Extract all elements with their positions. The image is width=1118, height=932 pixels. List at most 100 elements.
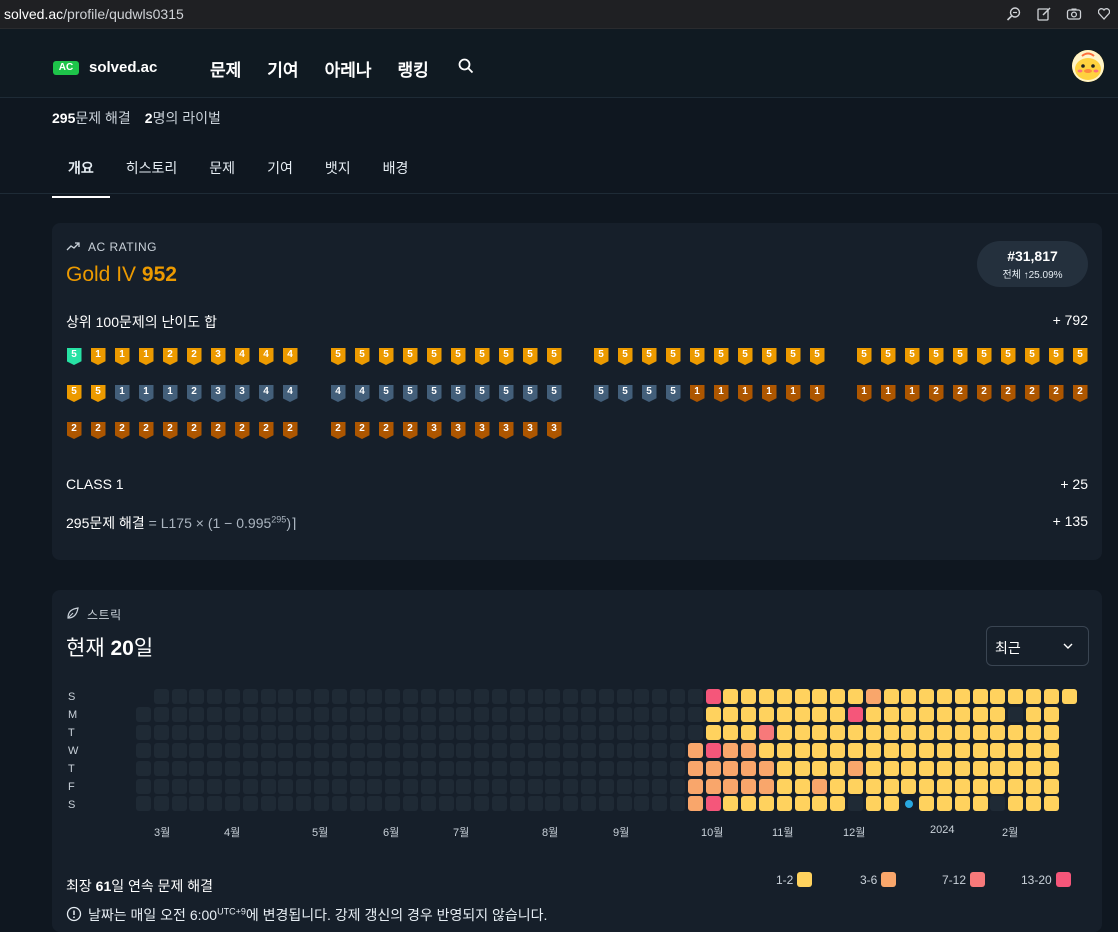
tier-badge[interactable]: 5 (498, 348, 514, 366)
streak-day-cell[interactable] (527, 742, 543, 758)
streak-day-cell[interactable] (207, 706, 223, 722)
streak-day-cell[interactable] (331, 778, 347, 794)
streak-day-cell[interactable] (1043, 796, 1059, 812)
streak-day-cell[interactable] (438, 778, 454, 794)
tier-badge[interactable]: 5 (378, 385, 394, 403)
streak-day-cell[interactable] (367, 760, 383, 776)
streak-day-cell[interactable] (296, 724, 312, 740)
streak-day-cell[interactable] (349, 742, 365, 758)
streak-day-cell[interactable] (812, 689, 828, 704)
streak-day-cell[interactable] (207, 742, 223, 758)
streak-day-cell[interactable] (153, 689, 169, 704)
streak-day-cell[interactable] (794, 760, 810, 776)
streak-day-cell[interactable] (367, 742, 383, 758)
streak-day-cell[interactable] (296, 796, 312, 812)
address-bar[interactable]: solved.ac/profile/qudwls0315 (0, 0, 1118, 29)
streak-day-cell[interactable] (848, 778, 863, 794)
streak-day-cell[interactable] (403, 742, 418, 758)
streak-day-cell[interactable] (901, 742, 917, 758)
tier-badge[interactable]: 5 (1000, 348, 1016, 366)
tab-contribute[interactable]: 기여 (251, 150, 309, 198)
tier-badge[interactable]: 5 (450, 348, 466, 366)
streak-day-cell[interactable] (598, 760, 614, 776)
streak-day-cell[interactable] (598, 742, 614, 758)
streak-day-cell[interactable] (1008, 760, 1024, 776)
tier-badge[interactable]: 5 (856, 348, 872, 366)
streak-day-cell[interactable] (901, 706, 917, 722)
streak-day-cell[interactable] (581, 724, 596, 740)
streak-day-cell[interactable] (954, 796, 970, 812)
streak-day-cell[interactable] (759, 742, 774, 758)
streak-day-cell[interactable] (687, 689, 703, 704)
tier-badge[interactable]: 5 (1072, 348, 1088, 366)
tier-badge[interactable]: 2 (114, 422, 130, 440)
streak-day-cell[interactable] (563, 796, 579, 812)
tier-badge[interactable]: 1 (138, 385, 154, 403)
streak-day-cell[interactable] (545, 778, 561, 794)
streak-day-cell[interactable] (509, 706, 525, 722)
tier-badge[interactable]: 5 (90, 385, 106, 403)
streak-day-cell[interactable] (937, 706, 952, 722)
streak-day-cell[interactable] (207, 724, 223, 740)
streak-day-cell[interactable] (260, 742, 276, 758)
streak-day-cell[interactable] (420, 724, 436, 740)
streak-day-cell[interactable] (705, 724, 721, 740)
streak-day-cell[interactable] (474, 706, 490, 722)
streak-day-cell[interactable] (919, 778, 935, 794)
tab-badges[interactable]: 뱃지 (309, 150, 367, 198)
streak-day-cell[interactable] (456, 689, 472, 704)
streak-day-cell[interactable] (207, 760, 223, 776)
streak-day-cell[interactable] (705, 760, 721, 776)
streak-day-cell[interactable] (349, 760, 365, 776)
streak-day-cell[interactable] (670, 760, 685, 776)
tier-badge[interactable]: 1 (713, 385, 729, 403)
streak-day-cell[interactable] (492, 724, 507, 740)
streak-day-cell[interactable] (189, 796, 205, 812)
streak-day-cell[interactable] (403, 760, 418, 776)
tier-badge[interactable]: 5 (498, 385, 514, 403)
streak-day-cell[interactable] (865, 760, 881, 776)
streak-day-cell[interactable] (848, 742, 863, 758)
streak-day-cell[interactable] (456, 706, 472, 722)
streak-day-cell[interactable] (616, 760, 632, 776)
streak-day-cell[interactable] (1008, 689, 1024, 704)
tier-badge[interactable]: 5 (617, 348, 633, 366)
streak-day-cell[interactable] (883, 778, 899, 794)
streak-day-cell[interactable] (563, 706, 579, 722)
streak-day-cell[interactable] (474, 778, 490, 794)
streak-day-cell[interactable] (634, 796, 650, 812)
streak-day-cell[interactable] (314, 742, 329, 758)
streak-day-cell[interactable] (367, 724, 383, 740)
streak-day-cell[interactable] (349, 778, 365, 794)
streak-day-cell[interactable] (171, 706, 187, 722)
streak-day-cell[interactable] (242, 778, 258, 794)
streak-day-cell[interactable] (652, 742, 668, 758)
streak-day-cell[interactable] (616, 796, 632, 812)
streak-day-cell[interactable] (527, 724, 543, 740)
tier-badge[interactable]: 3 (498, 422, 514, 440)
streak-day-cell[interactable] (278, 689, 294, 704)
streak-day-cell[interactable] (794, 796, 810, 812)
tier-badge[interactable]: 1 (90, 348, 106, 366)
streak-day-cell[interactable] (848, 796, 863, 812)
streak-day-cell[interactable] (545, 742, 561, 758)
streak-day-cell[interactable] (527, 778, 543, 794)
tier-badge[interactable]: 2 (378, 422, 394, 440)
streak-day-cell[interactable] (438, 796, 454, 812)
streak-day-cell[interactable] (652, 778, 668, 794)
tier-badge[interactable]: 5 (546, 385, 562, 403)
tier-badge[interactable]: 2 (1000, 385, 1016, 403)
streak-day-cell[interactable] (1043, 742, 1059, 758)
streak-day-cell[interactable] (331, 760, 347, 776)
streak-day-cell[interactable] (741, 796, 757, 812)
streak-day-cell[interactable] (153, 796, 169, 812)
streak-day-cell[interactable] (314, 724, 329, 740)
streak-day-cell[interactable] (296, 689, 312, 704)
tier-badge[interactable]: 2 (138, 422, 154, 440)
streak-day-cell[interactable] (883, 760, 899, 776)
tier-badge[interactable]: 4 (234, 348, 250, 366)
zoom-icon[interactable] (1004, 4, 1024, 24)
streak-day-cell[interactable] (794, 689, 810, 704)
tier-badge[interactable]: 5 (402, 348, 418, 366)
streak-day-cell[interactable] (634, 706, 650, 722)
